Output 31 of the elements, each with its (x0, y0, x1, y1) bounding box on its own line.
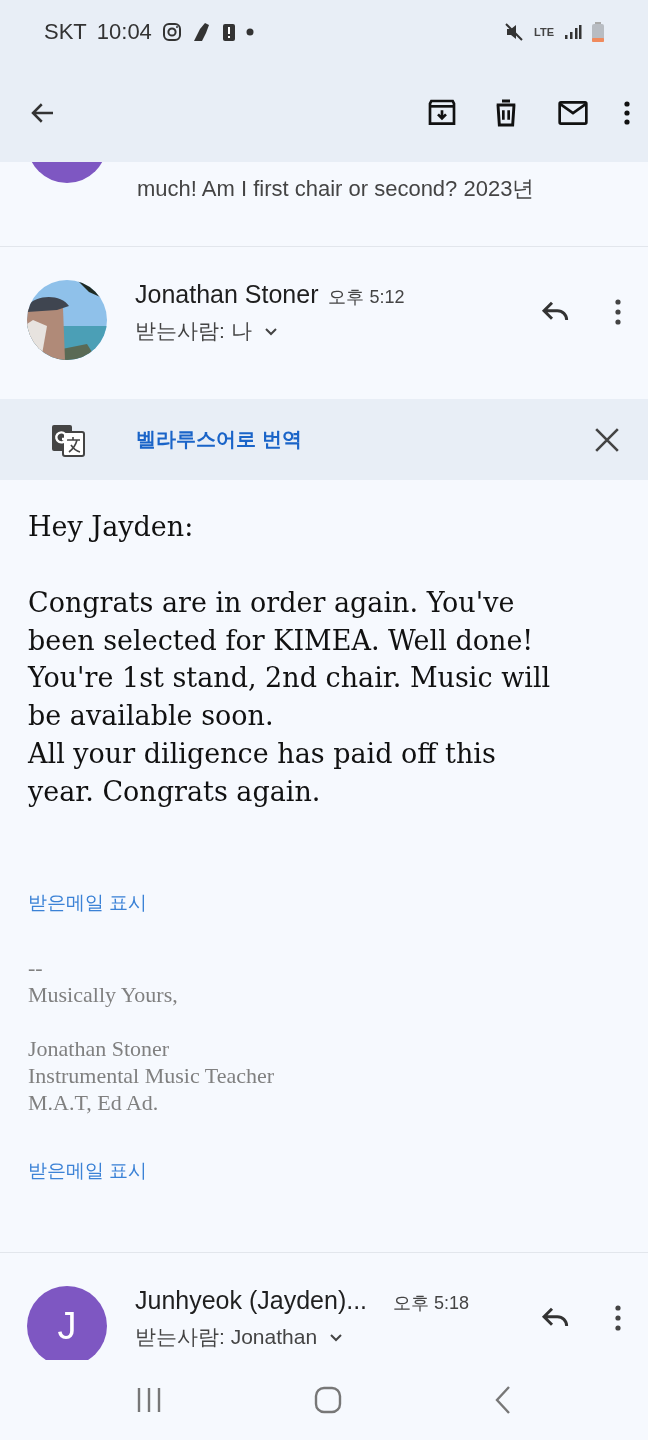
timestamp: 오후 5:18 (393, 1292, 470, 1315)
timestamp: 오후 5:12 (328, 286, 405, 309)
message-text: Hey Jayden: (28, 510, 195, 544)
translate-link[interactable]: 벨라루스어로 번역 (136, 426, 302, 453)
recipient-toggle[interactable]: 받는사람: Jonathan (135, 1323, 344, 1351)
sender-name: Jonathan Stoner (135, 280, 319, 309)
battery-icon (592, 22, 604, 42)
battery-alert-icon (221, 22, 236, 42)
dot-icon (245, 28, 254, 36)
network-label: LTE (534, 26, 554, 38)
mute-icon (504, 22, 525, 42)
more-icon (624, 101, 630, 125)
close-icon (594, 426, 620, 453)
signature-text: Jonathan Stoner Instrumental Music Teacher M.A.T, Ed Ad. (28, 1034, 276, 1116)
sender-name: Junhyeok (Jayden)... (135, 1286, 368, 1315)
clock: 10:04 (96, 19, 152, 45)
chevron-down-icon (263, 325, 278, 337)
recipient-toggle[interactable]: 받는사람: 나 (135, 317, 278, 345)
message-snippet: much! Am I first chair or second? 2023년 (137, 175, 535, 203)
more-icon (614, 1304, 622, 1332)
show-quoted-link[interactable]: 받은메일 표시 (28, 889, 620, 916)
chevron-down-icon (329, 1331, 344, 1343)
show-quoted-link[interactable]: 받은메일 표시 (28, 1157, 620, 1184)
signal-icon (564, 24, 582, 40)
home-icon[interactable] (314, 1386, 342, 1414)
carrier-name: SKT (44, 19, 87, 45)
message-text: Congrats are in order again. You've been selected for KIMEA. Well done! You're 1st stand, 2nd chair. Music will be available soon. All your diligence has paid off this year. Congrats again. (28, 585, 552, 809)
signature-text: -- Musically Yours, (28, 953, 179, 1008)
instagram-icon (161, 22, 182, 42)
avatar: J (27, 1286, 107, 1360)
more-icon (614, 298, 622, 326)
